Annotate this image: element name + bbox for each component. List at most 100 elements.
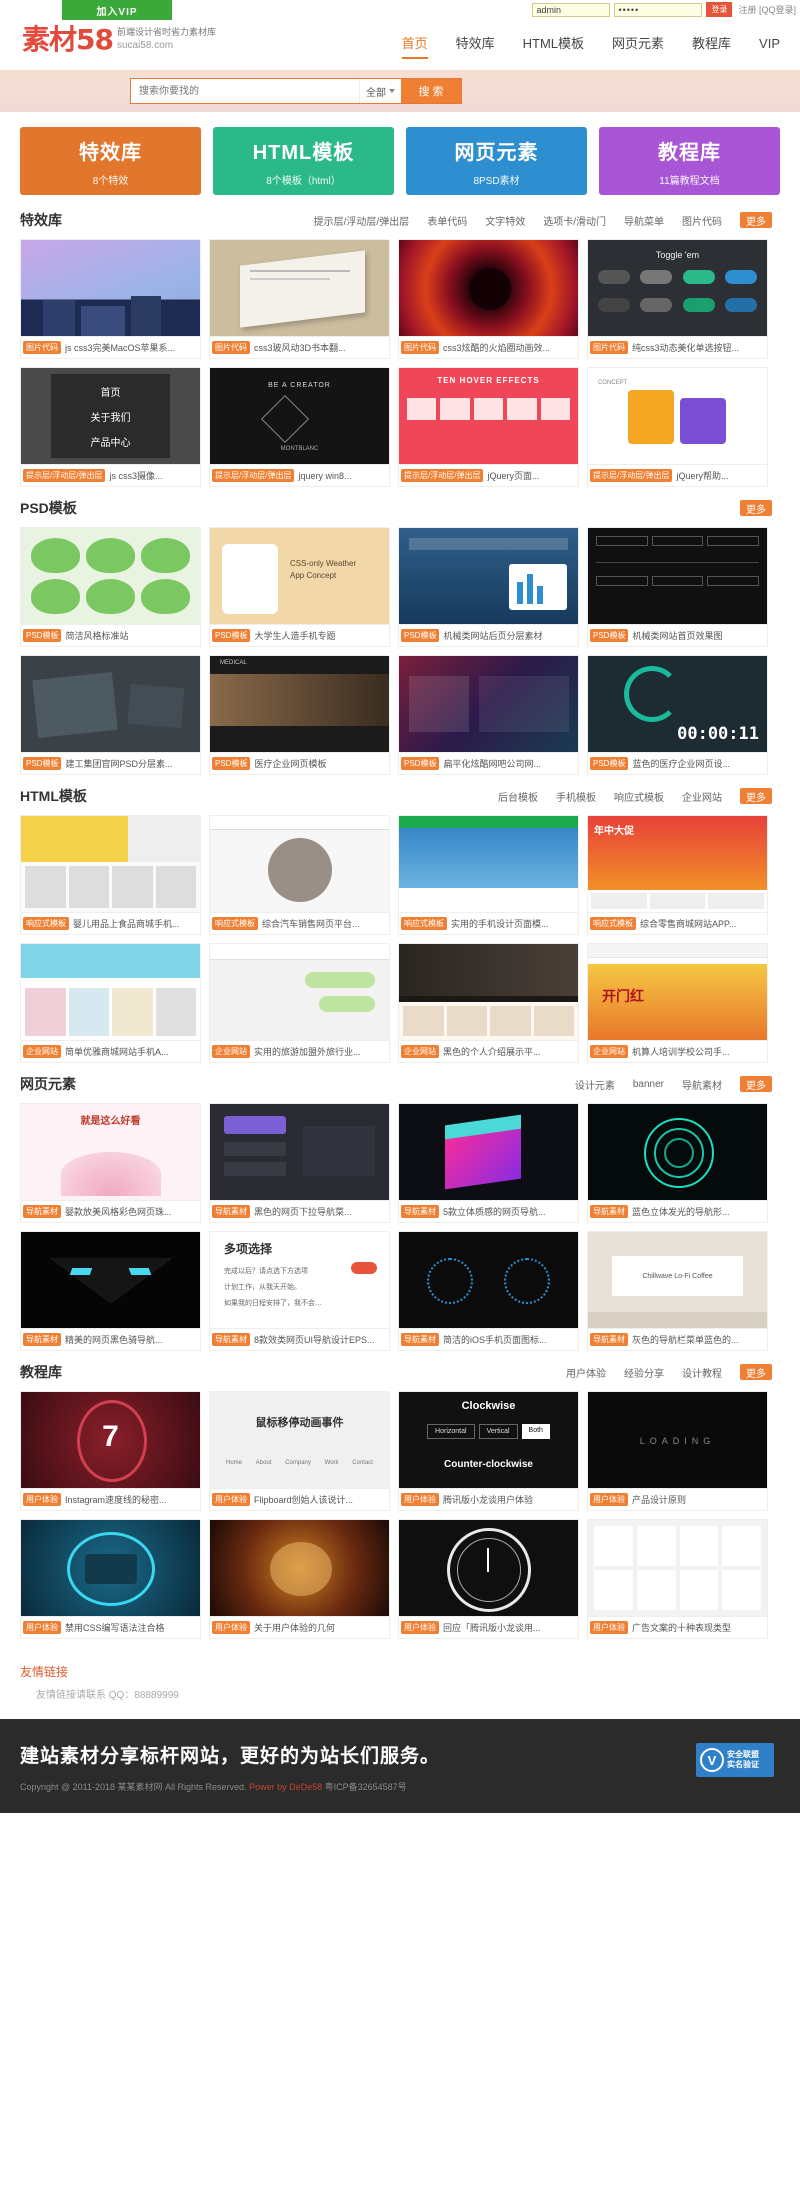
- card-tag[interactable]: PSD模板: [212, 757, 251, 770]
- resource-card[interactable]: TEN HOVER EFFECTS 提示层/浮动层/弹出层 jQuery页面..…: [398, 367, 579, 487]
- card-title[interactable]: css3玻风动3D书本翻...: [254, 341, 346, 354]
- card-tag[interactable]: 图片代码: [401, 341, 439, 354]
- resource-card[interactable]: MEDICAL PSD模板 医疗企业网页模板: [209, 655, 390, 775]
- resource-card[interactable]: Clockwise Horizontal Vertical Both Count…: [398, 1391, 579, 1511]
- section-tag[interactable]: 导航菜单: [624, 213, 664, 228]
- card-thumbnail[interactable]: Clockwise Horizontal Vertical Both Count…: [398, 1391, 579, 1489]
- category-card-tutorials[interactable]: 教程库 11篇教程文档: [599, 127, 780, 195]
- card-tag[interactable]: 提示层/浮动层/弹出层: [23, 469, 106, 482]
- section-tag[interactable]: 文字特效: [485, 213, 525, 228]
- nav-item-home[interactable]: 首页: [388, 34, 442, 59]
- card-thumbnail[interactable]: 7: [20, 1391, 201, 1489]
- card-tag[interactable]: PSD模板: [23, 629, 62, 642]
- resource-card[interactable]: 图片代码 css3炫酷的火焰圈动画效...: [398, 239, 579, 359]
- more-button[interactable]: 更多: [740, 1364, 772, 1380]
- card-thumbnail[interactable]: Chillwave Lo-Fi Coffee: [587, 1231, 768, 1329]
- card-title[interactable]: 产品设计原则: [632, 1493, 686, 1506]
- card-tag[interactable]: 企业网站: [23, 1045, 61, 1058]
- section-tag[interactable]: 选项卡/滑动门: [543, 213, 606, 228]
- resource-card[interactable]: 7 用户体验 Instagram速度线的秘密...: [20, 1391, 201, 1511]
- card-title[interactable]: 机算人培训学校公司手...: [632, 1045, 730, 1058]
- resource-card[interactable]: 图片代码 js css3完美MacOS苹果系...: [20, 239, 201, 359]
- card-title[interactable]: jquery win8...: [298, 471, 351, 481]
- card-title[interactable]: 禁用CSS编写语法注合格: [65, 1621, 165, 1634]
- more-button[interactable]: 更多: [740, 212, 772, 228]
- security-seal-badge[interactable]: V 安全联盟 实名验证: [696, 1743, 774, 1777]
- card-title[interactable]: 机械类网站后页分层素材: [443, 629, 542, 642]
- section-tag[interactable]: 手机模板: [556, 789, 596, 804]
- card-tag[interactable]: PSD模板: [212, 629, 251, 642]
- card-thumbnail[interactable]: [398, 943, 579, 1041]
- section-tag[interactable]: 提示层/浮动层/弹出层: [314, 213, 410, 228]
- card-tag[interactable]: 导航素材: [401, 1205, 439, 1218]
- card-title[interactable]: 实用的手机设计页面模...: [451, 917, 549, 930]
- card-tag[interactable]: 用户体验: [590, 1621, 628, 1634]
- resource-card[interactable]: CSS-only Weather App Concept PSD模板 大学生人造手…: [209, 527, 390, 647]
- card-tag[interactable]: 企业网站: [590, 1045, 628, 1058]
- card-title[interactable]: 精美的网页黑色骑导航...: [65, 1333, 163, 1346]
- card-tag[interactable]: PSD模板: [23, 757, 62, 770]
- card-title[interactable]: 大学生人造手机专题: [254, 629, 335, 642]
- section-tag[interactable]: banner: [633, 1079, 664, 1090]
- resource-card[interactable]: BE A CREATOR MONTBLANC 提示层/浮动层/弹出层 jquer…: [209, 367, 390, 487]
- password-input[interactable]: [614, 2, 703, 17]
- section-tag[interactable]: 导航素材: [682, 1077, 722, 1092]
- card-title[interactable]: 8款效类网页UI导航设计EPS...: [254, 1333, 375, 1346]
- card-thumbnail[interactable]: 00:00:11: [587, 655, 768, 753]
- card-thumbnail[interactable]: [209, 239, 390, 337]
- resource-card[interactable]: 响应式模板 综合汽车销售网页平台...: [209, 815, 390, 935]
- card-thumbnail[interactable]: BE A CREATOR MONTBLANC: [209, 367, 390, 465]
- card-title[interactable]: 综合汽车销售网页平台...: [262, 917, 360, 930]
- resource-card[interactable]: 响应式模板 婴儿用品上食品商城手机...: [20, 815, 201, 935]
- card-tag[interactable]: 导航素材: [23, 1333, 61, 1346]
- card-thumbnail[interactable]: [398, 527, 579, 625]
- card-title[interactable]: 回应「腾讯版小龙谈用...: [443, 1621, 541, 1634]
- resource-card[interactable]: CONCEPT 提示层/浮动层/弹出层 jQuery帮助...: [587, 367, 768, 487]
- card-tag[interactable]: 导航素材: [590, 1205, 628, 1218]
- card-tag[interactable]: 导航素材: [212, 1333, 250, 1346]
- card-thumbnail[interactable]: [398, 239, 579, 337]
- category-card-effects[interactable]: 特效库 8个特效: [20, 127, 201, 195]
- card-title[interactable]: 婴款放美风格彩色网页珠...: [65, 1205, 172, 1218]
- card-thumbnail[interactable]: [398, 1519, 579, 1617]
- card-thumbnail[interactable]: 首页 关于我们 产品中心: [20, 367, 201, 465]
- card-title[interactable]: 实用的旅游加盟外旅行业...: [254, 1045, 361, 1058]
- resource-card[interactable]: 导航素材 黑色的网页下拉导航菜...: [209, 1103, 390, 1223]
- card-title[interactable]: 综合零售商城网站APP...: [640, 917, 736, 930]
- resource-card[interactable]: PSD模板 建工集团官网PSD分层素...: [20, 655, 201, 775]
- resource-card[interactable]: 用户体验 广告文案的十种表现类型: [587, 1519, 768, 1639]
- site-logo[interactable]: 素材58 前端设计省时省力素材库 sucai58.com: [22, 26, 216, 54]
- card-thumbnail[interactable]: [20, 527, 201, 625]
- card-thumbnail[interactable]: [209, 943, 390, 1041]
- section-tag[interactable]: 表单代码: [427, 213, 467, 228]
- resource-card[interactable]: 00:00:11 PSD模板 蓝色的医疗企业网页设...: [587, 655, 768, 775]
- card-title[interactable]: Instagram速度线的秘密...: [65, 1493, 167, 1506]
- card-tag[interactable]: 企业网站: [212, 1045, 250, 1058]
- card-title[interactable]: 医疗企业网页模板: [254, 757, 326, 770]
- section-tag[interactable]: 响应式模板: [614, 789, 664, 804]
- search-scope-select[interactable]: 全部: [359, 79, 401, 103]
- login-button[interactable]: 登录: [706, 2, 733, 17]
- resource-card[interactable]: 响应式模板 实用的手机设计页面模...: [398, 815, 579, 935]
- card-tag[interactable]: 用户体验: [212, 1621, 250, 1634]
- card-thumbnail[interactable]: [20, 1231, 201, 1329]
- card-thumbnail[interactable]: [209, 1103, 390, 1201]
- card-tag[interactable]: 用户体验: [23, 1493, 61, 1506]
- card-title[interactable]: 简洁的iOS手机页面图标...: [443, 1333, 547, 1346]
- nav-item-web-elements[interactable]: 网页元素: [598, 34, 678, 54]
- card-tag[interactable]: 提示层/浮动层/弹出层: [212, 469, 295, 482]
- card-thumbnail[interactable]: LOADING: [587, 1391, 768, 1489]
- card-thumbnail[interactable]: MEDICAL: [209, 655, 390, 753]
- card-thumbnail[interactable]: 鼠标移停动画事件 Home About Company Work Contact: [209, 1391, 390, 1489]
- card-title[interactable]: 蓝色立体发光的导航形...: [632, 1205, 730, 1218]
- resource-card[interactable]: LOADING 用户体验 产品设计原则: [587, 1391, 768, 1511]
- resource-card[interactable]: 图片代码 css3玻风动3D书本翻...: [209, 239, 390, 359]
- card-thumbnail[interactable]: [20, 815, 201, 913]
- card-tag[interactable]: 图片代码: [23, 341, 61, 354]
- card-tag[interactable]: 用户体验: [401, 1493, 439, 1506]
- card-tag[interactable]: 用户体验: [23, 1621, 61, 1634]
- resource-card[interactable]: 鼠标移停动画事件 Home About Company Work Contact 用户体…: [209, 1391, 390, 1511]
- card-tag[interactable]: 响应式模板: [401, 917, 447, 930]
- card-title[interactable]: 腾讯版小龙谈用户体验: [443, 1493, 533, 1506]
- resource-card[interactable]: PSD模板 扁平化炫酷网吧公司网...: [398, 655, 579, 775]
